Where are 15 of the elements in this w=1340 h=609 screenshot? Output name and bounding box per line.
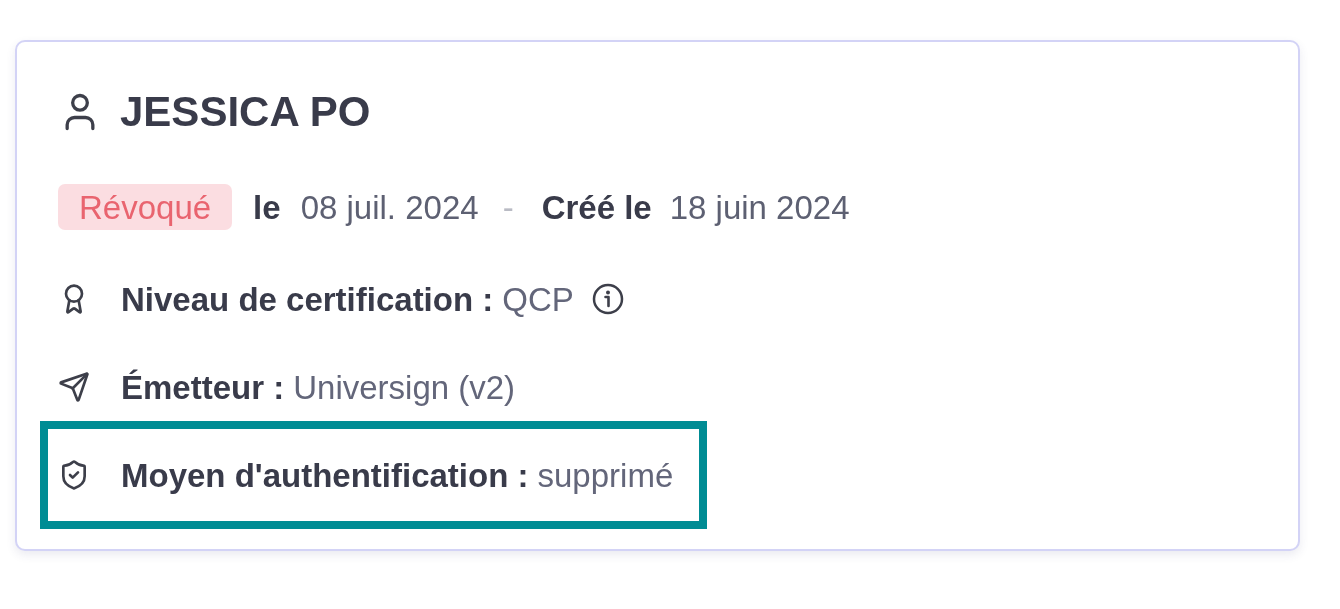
separator-dash: - <box>502 190 514 224</box>
date-label: Créé le <box>541 190 652 224</box>
field-label: Moyen d'authentification : <box>121 458 529 492</box>
person-name: JESSICA PO <box>120 91 371 133</box>
date-text: 08 juil. 2024 <box>300 190 479 224</box>
field-value: supprimé <box>537 458 674 492</box>
field-label: Niveau de certification : <box>121 282 494 316</box>
paper-plane-icon <box>58 371 90 403</box>
info-icon[interactable] <box>591 283 624 315</box>
field-value: QCP <box>502 282 574 316</box>
field-value: Universign (v2) <box>293 370 516 404</box>
date-label: le <box>253 190 281 224</box>
field-label: Émetteur : <box>121 370 285 404</box>
status-badge: Révoqué <box>58 184 233 230</box>
date-text: 18 juin 2024 <box>669 190 850 224</box>
